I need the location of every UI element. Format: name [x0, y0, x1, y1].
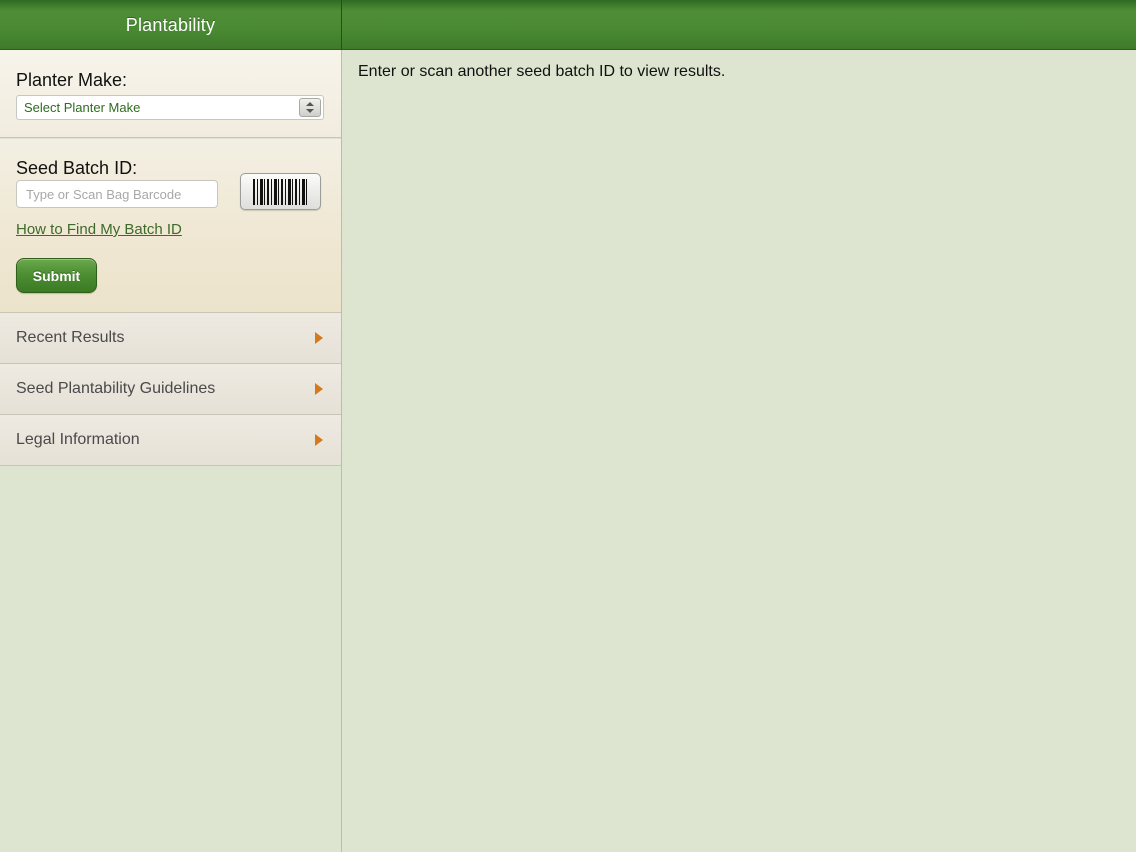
seed-batch-input[interactable] — [16, 180, 218, 208]
menu-item-seed-plantability-guidelines[interactable]: Seed Plantability Guidelines — [0, 364, 341, 415]
sidebar: Planter Make: Select Planter Make Seed B… — [0, 50, 341, 852]
chevron-right-icon — [315, 383, 323, 395]
select-arrows-icon — [299, 98, 321, 117]
seed-batch-panel: Seed Batch ID: How to Find My Batch ID S… — [0, 139, 341, 313]
menu-item-legal-information[interactable]: Legal Information — [0, 415, 341, 466]
instruction-message: Enter or scan another seed batch ID to v… — [358, 63, 726, 80]
menu-item-label: Seed Plantability Guidelines — [16, 380, 216, 397]
seed-batch-label: Seed Batch ID: — [16, 158, 138, 178]
chevron-right-icon — [315, 332, 323, 344]
planter-make-select[interactable]: Select Planter Make — [16, 95, 324, 120]
planter-make-selected-value: Select Planter Make — [24, 100, 141, 115]
submit-button[interactable]: Submit — [16, 258, 97, 293]
menu-item-label: Recent Results — [16, 329, 125, 346]
menu-item-recent-results[interactable]: Recent Results — [0, 313, 341, 364]
main-header — [342, 0, 1136, 50]
chevron-right-icon — [315, 434, 323, 446]
main-content: Enter or scan another seed batch ID to v… — [342, 50, 1136, 852]
planter-make-label: Planter Make: — [16, 70, 128, 90]
menu-item-label: Legal Information — [16, 431, 140, 448]
sidebar-header: Plantability — [0, 0, 341, 50]
barcode-icon — [253, 179, 309, 205]
planter-make-panel: Planter Make: Select Planter Make — [0, 50, 341, 138]
find-batch-id-link[interactable]: How to Find My Batch ID — [16, 221, 182, 238]
scan-barcode-button[interactable] — [240, 173, 321, 210]
app-window: Plantability Planter Make: Select Plante… — [0, 0, 1136, 852]
app-title: Plantability — [125, 15, 216, 35]
